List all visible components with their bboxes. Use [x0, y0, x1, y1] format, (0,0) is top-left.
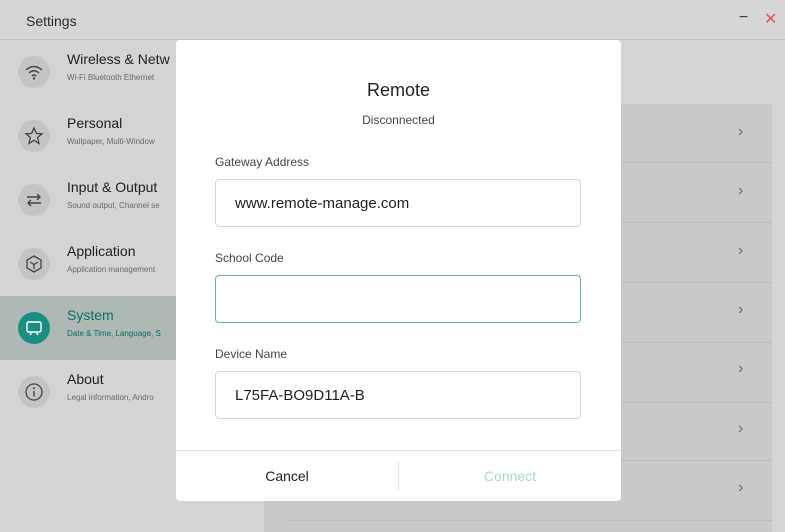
school-code-label: School Code	[215, 251, 284, 265]
connect-button[interactable]: Connect	[399, 451, 621, 501]
device-name-label: Device Name	[215, 347, 288, 361]
device-name-input[interactable]	[215, 371, 581, 419]
settings-window: Settings − ✕ Wireless & Netw Wi-Fi Bluet…	[0, 0, 785, 532]
school-code-input[interactable]	[215, 275, 581, 323]
gateway-address-input[interactable]	[215, 179, 581, 227]
remote-dialog: Remote Disconnected Gateway Address Scho…	[176, 40, 621, 501]
dialog-title: Remote	[366, 80, 431, 100]
gateway-address-label: Gateway Address	[215, 155, 310, 169]
cancel-button[interactable]: Cancel	[176, 451, 398, 501]
connection-status: Disconnected	[362, 113, 435, 127]
